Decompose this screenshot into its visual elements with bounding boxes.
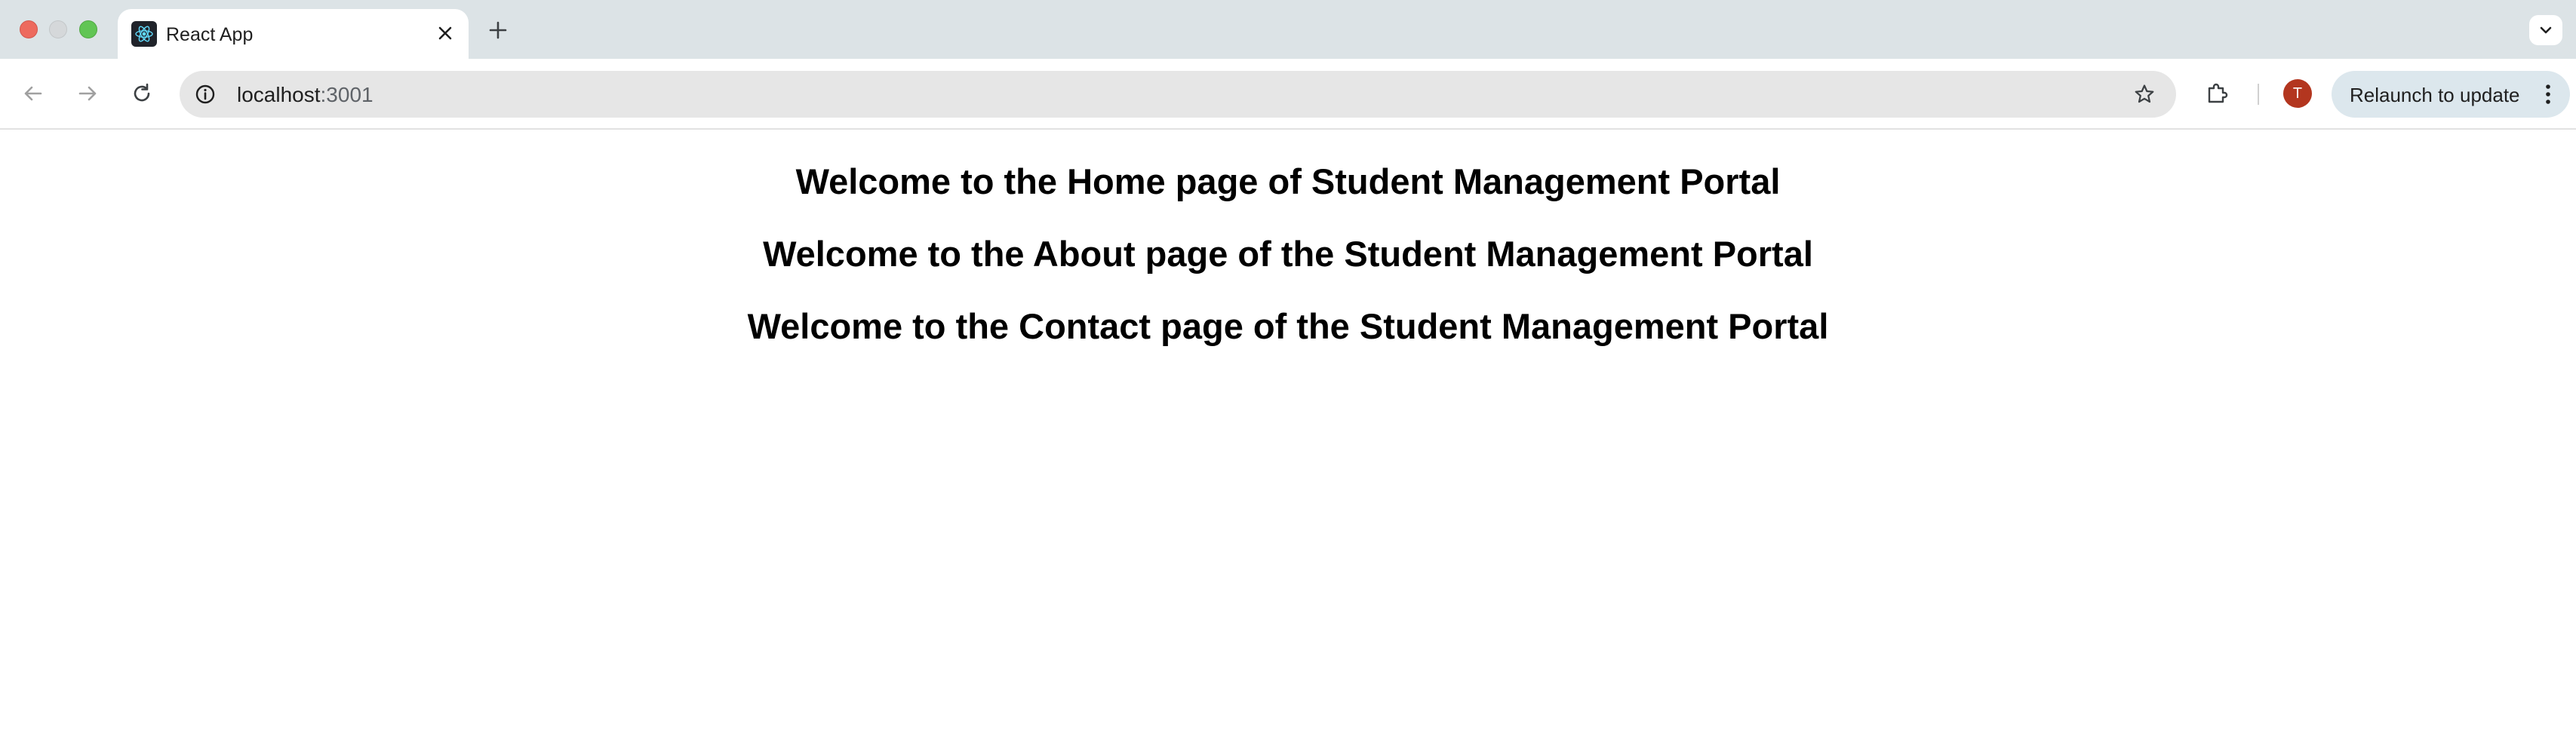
chevron-down-icon[interactable] (2529, 15, 2562, 45)
address-port: :3001 (320, 83, 373, 106)
info-icon[interactable] (192, 81, 219, 108)
arrow-right-icon[interactable] (71, 77, 104, 110)
star-icon[interactable] (2129, 79, 2159, 109)
react-logo-icon (131, 21, 157, 47)
browser-toolbar: localhost:3001 T Relaunch to update (0, 59, 2576, 130)
toolbar-divider (2258, 84, 2259, 105)
relaunch-to-update-button[interactable]: Relaunch to update (2332, 71, 2570, 118)
address-url[interactable]: localhost:3001 (237, 83, 373, 107)
contact-heading: Welcome to the Contact page of the Stude… (747, 306, 1829, 346)
window-close-button[interactable] (20, 20, 38, 38)
window-maximize-button[interactable] (79, 20, 97, 38)
relaunch-label: Relaunch to update (2350, 84, 2520, 106)
puzzle-icon[interactable] (2200, 77, 2233, 110)
tab-title: React App (166, 24, 254, 45)
about-heading: Welcome to the About page of the Student… (763, 234, 1813, 274)
tab-strip: React App (0, 0, 2576, 59)
tab-close-icon[interactable] (432, 20, 459, 47)
arrow-left-icon[interactable] (17, 77, 50, 110)
window-minimize-button[interactable] (49, 20, 67, 38)
kebab-menu-icon[interactable] (2537, 81, 2559, 108)
address-bar[interactable]: localhost:3001 (180, 71, 2176, 118)
home-heading: Welcome to the Home page of Student Mana… (795, 161, 1781, 201)
profile-avatar[interactable]: T (2283, 79, 2312, 108)
address-host: localhost (237, 83, 321, 106)
page-content: Welcome to the Home page of Student Mana… (0, 130, 2576, 742)
tab-react-app[interactable]: React App (118, 9, 469, 59)
reload-icon[interactable] (125, 77, 158, 110)
plus-icon[interactable] (483, 15, 513, 45)
